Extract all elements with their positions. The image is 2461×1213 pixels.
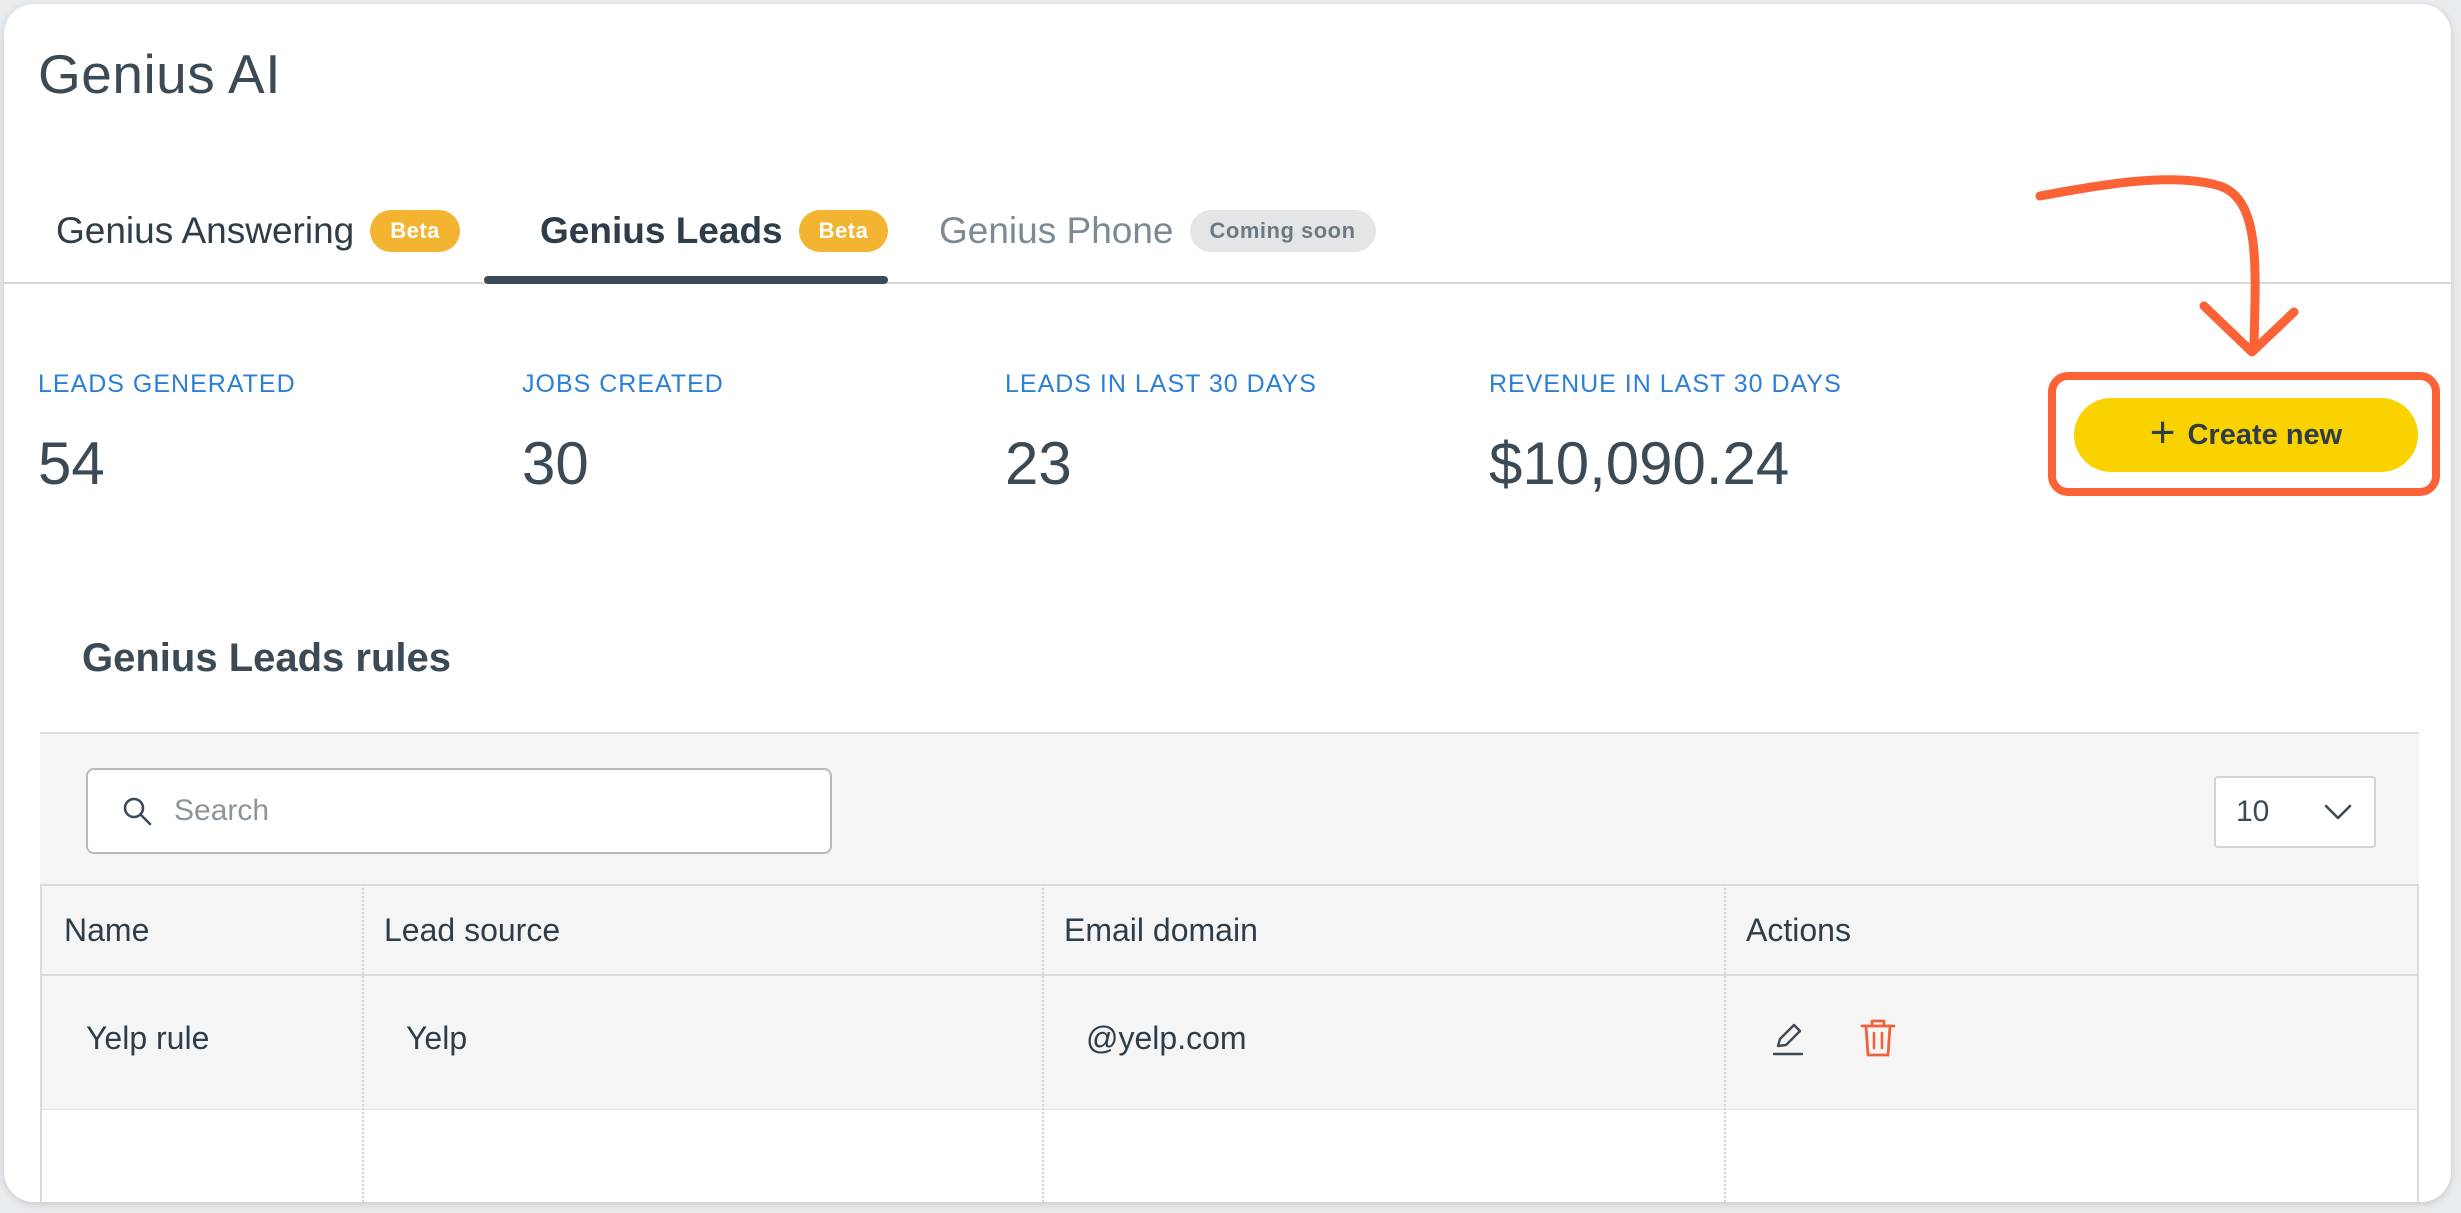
beta-badge: Beta xyxy=(370,210,460,252)
tab-genius-leads[interactable]: Genius Leads Beta xyxy=(483,200,889,284)
create-new-label: Create new xyxy=(2187,418,2343,451)
cell-actions xyxy=(1724,976,1898,1110)
column-divider xyxy=(362,884,364,1202)
tab-label: Genius Phone xyxy=(939,210,1174,251)
coming-soon-badge: Coming soon xyxy=(1189,210,1376,252)
stat-label: REVENUE IN LAST 30 DAYS xyxy=(1489,370,1842,398)
rows-per-page-value: 10 xyxy=(2236,795,2270,828)
stat-value: 23 xyxy=(1005,430,1072,497)
stat-jobs-created: JOBS CREATED 30 xyxy=(522,370,724,498)
stat-value: $10,090.24 xyxy=(1489,430,1790,497)
search-input[interactable] xyxy=(174,794,774,828)
table-toolbar: 10 xyxy=(40,732,2419,884)
stat-value: 30 xyxy=(522,430,589,497)
cell-email-domain: @yelp.com xyxy=(1086,1020,1247,1056)
tab-genius-answering[interactable]: Genius Answering Beta xyxy=(56,200,460,262)
stat-leads-generated: LEADS GENERATED 54 xyxy=(38,370,296,498)
cell-name: Yelp rule xyxy=(86,1020,210,1056)
stat-value: 54 xyxy=(38,430,105,497)
section-title: Genius Leads rules xyxy=(82,636,452,680)
stat-label: LEADS GENERATED xyxy=(38,370,296,398)
stat-label: LEADS IN LAST 30 DAYS xyxy=(1005,370,1317,398)
tab-label: Genius Answering xyxy=(56,210,355,251)
annotation-arrow-icon xyxy=(2035,175,2299,357)
column-divider xyxy=(1042,884,1044,1202)
stat-leads-last-30-days: LEADS IN LAST 30 DAYS 23 xyxy=(1005,370,1317,498)
cell-lead-source: Yelp xyxy=(406,1020,468,1056)
plus-icon: + xyxy=(2149,408,2176,457)
table-row[interactable]: Yelp rule Yelp @yelp.com xyxy=(42,976,2417,1110)
page-card: Genius AI Genius Answering Beta Genius L… xyxy=(4,4,2451,1202)
tab-genius-phone[interactable]: Genius Phone Coming soon xyxy=(939,200,1376,262)
column-header-lead-source[interactable]: Lead source xyxy=(362,886,560,976)
create-new-button[interactable]: + Create new xyxy=(2074,398,2418,472)
column-divider xyxy=(1724,884,1726,1202)
edit-icon[interactable] xyxy=(1768,1018,1808,1058)
chevron-down-icon xyxy=(2324,804,2352,820)
column-header-actions: Actions xyxy=(1746,912,1851,948)
rows-per-page-select[interactable]: 10 xyxy=(2214,776,2376,848)
beta-badge: Beta xyxy=(798,210,889,252)
page-title: Genius AI xyxy=(38,43,281,105)
search-box xyxy=(86,768,832,854)
column-header-email-domain[interactable]: Email domain xyxy=(1042,886,1258,976)
stat-label: JOBS CREATED xyxy=(522,370,724,398)
stat-revenue-last-30-days: REVENUE IN LAST 30 DAYS $10,090.24 xyxy=(1489,370,1842,498)
search-icon xyxy=(123,797,152,826)
delete-trash-icon[interactable] xyxy=(1858,1017,1898,1059)
tab-label: Genius Leads xyxy=(540,210,783,251)
table-header: Name Lead source Email domain Actions xyxy=(42,884,2417,976)
column-header-name[interactable]: Name xyxy=(42,886,149,976)
rules-table: Name Lead source Email domain Actions Ye… xyxy=(40,884,2419,1202)
